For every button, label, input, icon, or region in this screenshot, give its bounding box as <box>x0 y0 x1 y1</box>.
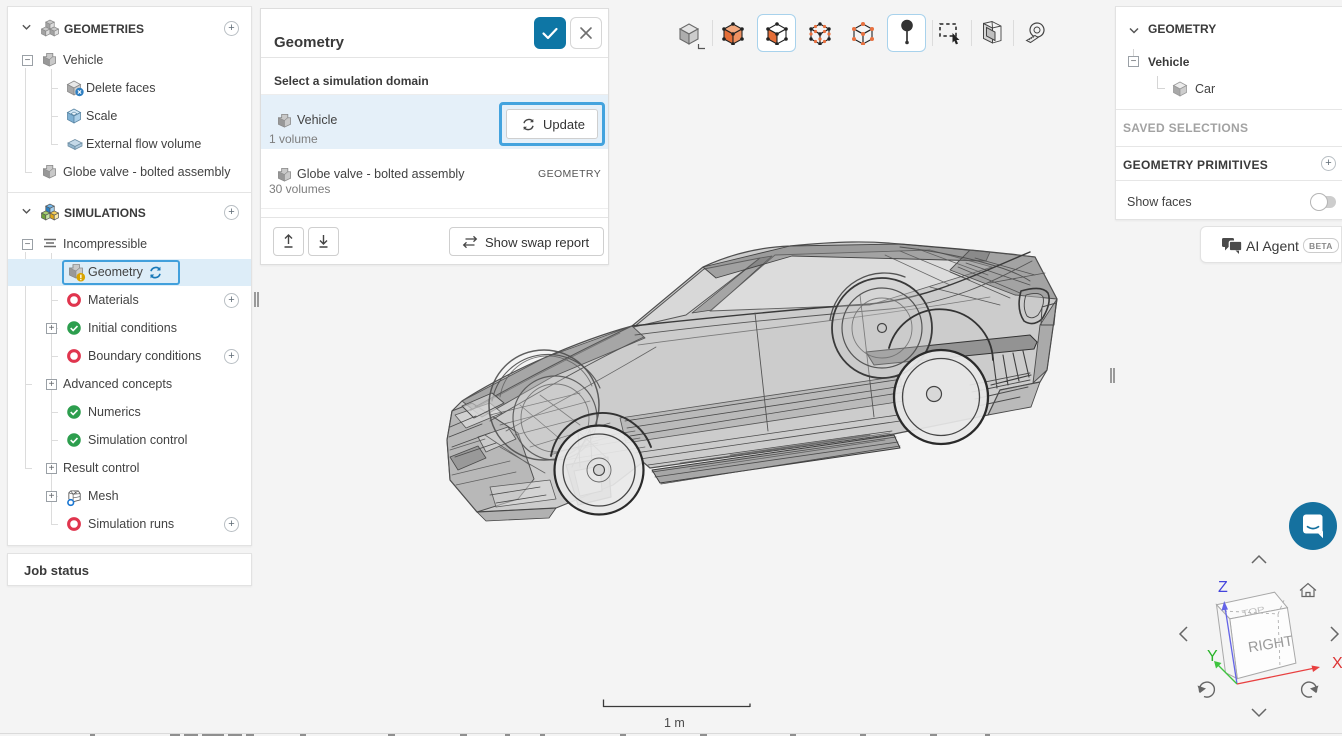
svg-text:X: X <box>1332 655 1342 672</box>
svg-text:Z: Z <box>1218 579 1228 596</box>
svg-text:Y: Y <box>1207 648 1218 665</box>
